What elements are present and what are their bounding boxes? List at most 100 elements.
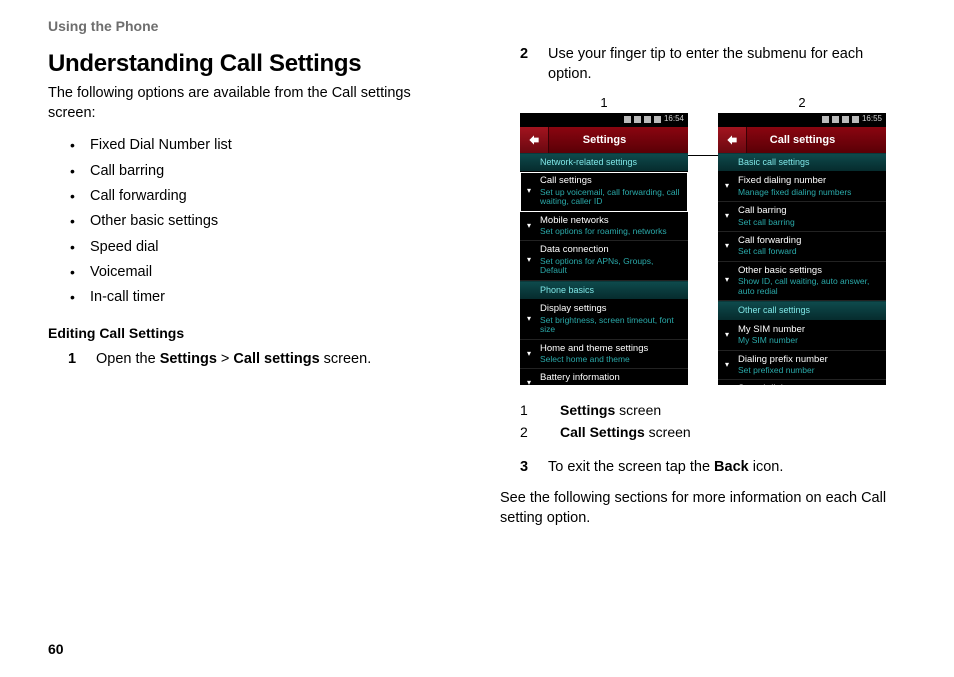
- step-1: 1 Open the Settings > Call settings scre…: [48, 349, 454, 369]
- legend-num: 1: [520, 399, 532, 421]
- bullet-item: Call barring: [90, 159, 454, 184]
- phone-column-1: 1 16:54 Setting: [520, 95, 688, 385]
- chevron-down-icon: ▾: [524, 344, 534, 365]
- chevron-down-icon: ▾: [524, 216, 534, 237]
- row-subtitle: Set up voicemail, call forwarding, call …: [540, 188, 682, 207]
- status-icon: [852, 116, 859, 123]
- back-icon[interactable]: [520, 127, 549, 153]
- row-title: Dialing prefix number: [738, 355, 880, 365]
- row-subtitle: Set options for roaming, networks: [540, 227, 682, 236]
- bullet-item: Speed dial: [90, 235, 454, 260]
- section-header: Phone basics: [520, 281, 688, 301]
- step-number: 1: [68, 349, 80, 369]
- status-icon: [644, 116, 651, 123]
- status-icon: [654, 116, 661, 123]
- status-icon: [842, 116, 849, 123]
- settings-row[interactable]: ▾Display settingsSet brightness, screen …: [520, 300, 688, 339]
- page-number: 60: [48, 641, 64, 657]
- phone-call-settings-screenshot: 16:55 Call settings Basic call settings …: [718, 113, 886, 385]
- bullet-item: In-call timer: [90, 285, 454, 310]
- figure-label-1: 1: [600, 95, 607, 110]
- step-text: Open the Settings > Call settings screen…: [96, 349, 371, 369]
- bullet-item: Other basic settings: [90, 209, 454, 234]
- step-number: 2: [520, 44, 532, 85]
- status-time: 16:54: [664, 115, 684, 124]
- settings-row[interactable]: ▾Call barringSet call barring: [718, 202, 886, 232]
- legend-text: Settings screen: [560, 399, 661, 421]
- row-title: My SIM number: [738, 325, 880, 335]
- row-title: Battery information: [540, 373, 682, 383]
- bullet-item: Voicemail: [90, 260, 454, 285]
- section-header: Basic call settings: [718, 153, 886, 173]
- settings-row[interactable]: ▾ Fixed dialing number Manage fixed dialin…: [718, 172, 886, 202]
- chevron-down-icon: ▾: [722, 236, 732, 257]
- status-bar: 16:55: [718, 113, 886, 127]
- options-list: Fixed Dial Number list Call barring Call…: [48, 133, 454, 311]
- phone-settings-screenshot: 16:54 Settings Network-related settings …: [520, 113, 688, 385]
- row-title: Data connection: [540, 245, 682, 255]
- chevron-down-icon: ▾: [722, 206, 732, 227]
- section-header: Network-related settings: [520, 153, 688, 173]
- settings-row[interactable]: ▾Speed dialSpeed dial settings: [718, 380, 886, 384]
- screen-title: Settings: [549, 134, 688, 146]
- bullet-item: Fixed Dial Number list: [90, 133, 454, 158]
- status-bar: 16:54: [520, 113, 688, 127]
- page-title: Understanding Call Settings: [48, 50, 454, 78]
- row-subtitle: Set options for APNs, Groups, Default: [540, 257, 682, 276]
- legend-row: 1 Settings screen: [520, 399, 906, 421]
- screenshots-figure: 1 16:54 Setting: [500, 95, 906, 385]
- row-subtitle: Set prefixed number: [738, 366, 880, 375]
- step-2: 2 Use your finger tip to enter the subme…: [500, 44, 906, 85]
- left-column: Understanding Call Settings The followin…: [48, 44, 454, 543]
- row-title: Display settings: [540, 304, 682, 314]
- chevron-down-icon: ▾: [722, 176, 732, 197]
- phone-column-2: 2 16:55 Call se: [718, 95, 886, 385]
- settings-row[interactable]: ▾ Mobile networksSet options for roaming,…: [520, 212, 688, 242]
- settings-row[interactable]: ▾ Home and theme settingsSelect home and …: [520, 340, 688, 370]
- back-icon[interactable]: [718, 127, 747, 153]
- settings-row[interactable]: ▾ Data connection Set options for APNs, Gr…: [520, 241, 688, 280]
- settings-row[interactable]: ▾ Call forwardingSet call forward: [718, 232, 886, 262]
- settings-row[interactable]: ▾Battery informationView battery informa…: [520, 369, 688, 384]
- legend-text: Call Settings screen: [560, 421, 691, 443]
- status-icon: [624, 116, 631, 123]
- chevron-down-icon: ▾: [722, 325, 732, 346]
- subheading: Editing Call Settings: [48, 325, 454, 341]
- step-3: 3 To exit the screen tap the Back icon.: [500, 457, 906, 477]
- status-time: 16:55: [862, 115, 882, 124]
- chevron-down-icon: ▾: [524, 245, 534, 275]
- status-icon: [822, 116, 829, 123]
- legend-row: 2 Call Settings screen: [520, 421, 906, 443]
- title-bar: Settings: [520, 127, 688, 153]
- settings-row[interactable]: ▾Other basic settingsShow ID, call waiti…: [718, 262, 886, 301]
- closing-text: See the following sections for more info…: [500, 488, 906, 529]
- status-icon: [832, 116, 839, 123]
- row-subtitle: My SIM number: [738, 336, 880, 345]
- chevron-down-icon: ▾: [524, 373, 534, 384]
- title-bar: Call settings: [718, 127, 886, 153]
- row-subtitle: Select home and theme: [540, 355, 682, 364]
- intro-text: The following options are available from…: [48, 84, 454, 123]
- chevron-down-icon: ▾: [722, 355, 732, 376]
- row-title: Mobile networks: [540, 216, 682, 226]
- step-number: 3: [520, 457, 532, 477]
- status-icon: [634, 116, 641, 123]
- step-text: To exit the screen tap the Back icon.: [548, 457, 783, 477]
- settings-row[interactable]: ▾ Dialing prefix numberSet prefixed numbe…: [718, 351, 886, 381]
- right-column: 2 Use your finger tip to enter the subme…: [500, 44, 906, 543]
- settings-row[interactable]: ▾ Call settings Set up voicemail, call for…: [520, 172, 688, 211]
- row-title: Call barring: [738, 206, 880, 216]
- row-subtitle: Set call forward: [738, 247, 880, 256]
- running-head: Using the Phone: [48, 18, 906, 34]
- row-subtitle: Manage fixed dialing numbers: [738, 188, 880, 197]
- bullet-item: Call forwarding: [90, 184, 454, 209]
- row-title: Call forwarding: [738, 236, 880, 246]
- settings-row[interactable]: ▾ My SIM numberMy SIM number: [718, 321, 886, 351]
- row-title: Fixed dialing number: [738, 176, 880, 186]
- row-title: Call settings: [540, 176, 682, 186]
- screen-title: Call settings: [747, 134, 886, 146]
- figure-label-2: 2: [798, 95, 805, 110]
- step-text: Use your finger tip to enter the submenu…: [548, 44, 906, 85]
- chevron-down-icon: ▾: [524, 176, 534, 206]
- row-title: Home and theme settings: [540, 344, 682, 354]
